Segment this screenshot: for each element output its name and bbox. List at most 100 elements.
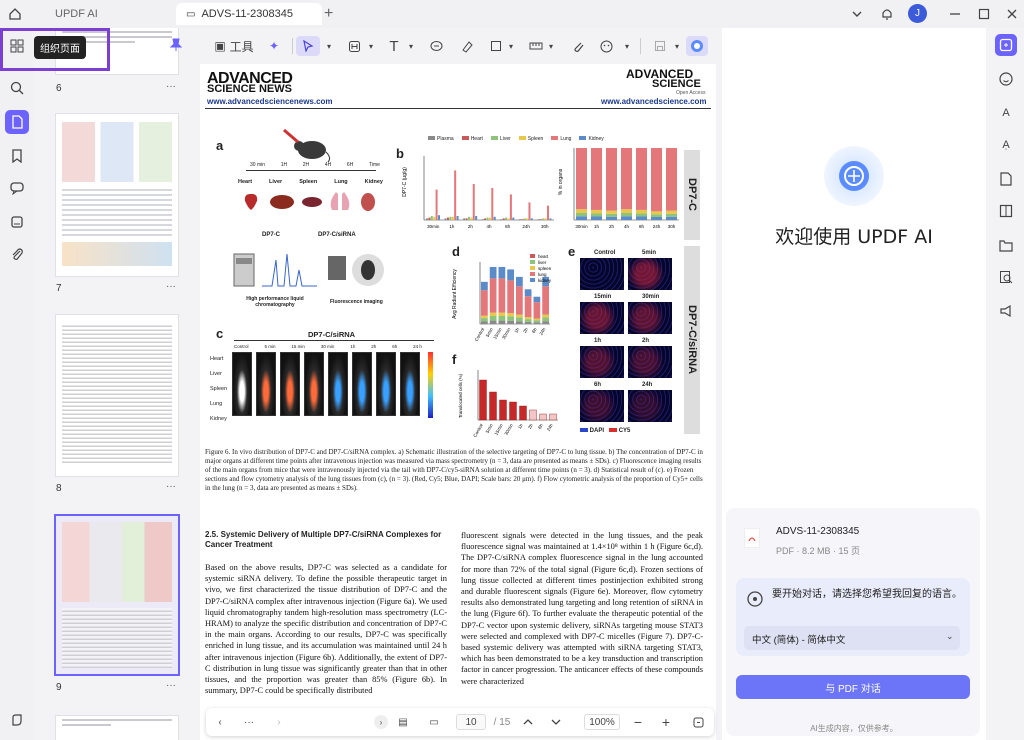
section-heading: 2.5. Systemic Delivery of Multiple DP7-C… bbox=[205, 530, 442, 549]
megaphone-icon[interactable] bbox=[995, 300, 1017, 322]
pin-icon[interactable] bbox=[169, 38, 183, 57]
page-view-icon[interactable]: ▤ bbox=[394, 714, 412, 730]
ai-logo-icon[interactable] bbox=[5, 708, 29, 732]
page-thumbnail-8[interactable] bbox=[56, 315, 178, 476]
thumbnail-more-button[interactable]: ··· bbox=[166, 81, 176, 92]
page-navigation-bar: ‹ ··· › › ▤ ▭ 10 / 15 100% − + bbox=[206, 708, 714, 736]
next-page-icon[interactable]: › bbox=[272, 714, 286, 730]
thumbnail-more-button[interactable]: ··· bbox=[166, 281, 176, 292]
zoom-in-icon[interactable]: + bbox=[658, 714, 674, 730]
book-icon[interactable] bbox=[995, 200, 1017, 222]
ai-chat-tab-icon[interactable] bbox=[995, 34, 1017, 56]
bar-segment bbox=[606, 148, 617, 211]
ivis-organ-image bbox=[400, 352, 420, 416]
legend-swatch bbox=[530, 266, 535, 270]
bar-segment bbox=[533, 296, 541, 303]
measure-tool-icon[interactable] bbox=[526, 36, 546, 56]
thumbnails-icon[interactable] bbox=[5, 110, 29, 134]
new-tab-button[interactable]: + bbox=[324, 3, 333, 25]
fit-page-icon[interactable] bbox=[690, 714, 706, 730]
chat-with-pdf-button[interactable]: 与 PDF 对话 bbox=[736, 675, 970, 699]
page-down-icon[interactable] bbox=[548, 714, 564, 730]
close-icon[interactable] bbox=[1003, 5, 1021, 23]
fig-a-dp7csirna-label: DP7-C/siRNA bbox=[318, 232, 356, 238]
fig-c-row-labels: Heart Liver Spleen Lung Kidney bbox=[210, 352, 227, 427]
more-options-icon[interactable]: ··· bbox=[240, 714, 258, 730]
chevron-down-icon[interactable]: ▾ bbox=[366, 36, 376, 56]
save-icon[interactable] bbox=[650, 36, 670, 56]
chevron-down-icon[interactable] bbox=[848, 5, 866, 23]
tick-label: 6h bbox=[537, 423, 544, 430]
thumbnail-more-button[interactable]: ··· bbox=[166, 481, 176, 492]
minimize-icon[interactable] bbox=[946, 5, 964, 23]
fig-a-hplc-label: High performance liquid chromatography bbox=[246, 296, 304, 308]
chevron-down-icon[interactable]: ▾ bbox=[406, 36, 416, 56]
tick-label: 8h bbox=[505, 224, 511, 229]
ai-assistant-toolbar-icon[interactable] bbox=[686, 36, 708, 56]
toolbar-divider bbox=[292, 38, 293, 54]
page-thumbnail-7[interactable] bbox=[56, 114, 178, 276]
bar bbox=[544, 218, 547, 220]
collapse-toolbar-icon[interactable]: › bbox=[374, 715, 388, 729]
previous-page-icon[interactable]: ‹ bbox=[212, 714, 228, 730]
attachment-icon[interactable] bbox=[5, 242, 29, 266]
zoom-level-input[interactable]: 100% bbox=[584, 714, 620, 730]
sticker-tool-icon[interactable] bbox=[596, 36, 616, 56]
row-label: Heart bbox=[210, 356, 224, 362]
emoji-chat-icon[interactable] bbox=[995, 68, 1017, 90]
bar-segment bbox=[666, 210, 677, 214]
page-thumbnail-9[interactable] bbox=[56, 516, 178, 674]
bell-icon[interactable] bbox=[878, 5, 896, 23]
bar bbox=[470, 217, 473, 220]
title-bar: UPDF AI ▭ ADVS-11-2308345 + J bbox=[0, 0, 1024, 28]
fig-c-ivis-images bbox=[232, 352, 432, 418]
page-up-icon[interactable] bbox=[520, 714, 536, 730]
bar-segment bbox=[533, 320, 541, 323]
tick-label: 4h bbox=[486, 224, 492, 229]
tab-updf-ai[interactable]: UPDF AI bbox=[55, 3, 98, 25]
zoom-out-icon[interactable]: − bbox=[630, 714, 646, 730]
avatar[interactable]: J bbox=[908, 4, 927, 23]
bar bbox=[518, 219, 521, 220]
journal-brand-right-sub: SCIENCE bbox=[652, 78, 701, 90]
stamp-icon[interactable] bbox=[5, 210, 29, 234]
language-select[interactable]: 中文 (简体) - 简体中文 ⌄ bbox=[744, 626, 960, 650]
shape-tool-icon[interactable] bbox=[486, 36, 506, 56]
select-tool-icon[interactable] bbox=[296, 36, 320, 56]
summarize-icon[interactable]: Ạ bbox=[995, 134, 1017, 156]
tab-document[interactable]: ▭ ADVS-11-2308345 bbox=[176, 3, 322, 25]
tools-button[interactable]: ▣ 工具 bbox=[212, 36, 256, 56]
bar-segment bbox=[507, 269, 514, 281]
bookmark-icon[interactable] bbox=[5, 144, 29, 168]
tick-label: 1h bbox=[449, 224, 455, 229]
chevron-down-icon[interactable]: ▾ bbox=[622, 36, 632, 56]
ai-sparkle-icon[interactable]: ✦ bbox=[264, 36, 284, 56]
chevron-down-icon[interactable]: ▾ bbox=[672, 36, 682, 56]
presentation-icon[interactable]: ▭ bbox=[424, 714, 444, 730]
thumbnail-more-button[interactable]: ··· bbox=[166, 680, 176, 691]
highlight-tool-icon[interactable] bbox=[344, 36, 364, 56]
comments-icon[interactable] bbox=[5, 176, 29, 200]
home-icon[interactable] bbox=[6, 5, 24, 23]
text-tool-icon[interactable]: T bbox=[384, 36, 404, 56]
maximize-icon[interactable] bbox=[975, 5, 993, 23]
translate-icon[interactable]: A bbox=[995, 102, 1017, 124]
bar-segment bbox=[533, 318, 541, 321]
attachment-icon[interactable] bbox=[568, 36, 588, 56]
page-thumbnail-10[interactable] bbox=[56, 716, 178, 740]
eraser-tool-icon[interactable] bbox=[456, 36, 476, 56]
legend-label: kidney bbox=[538, 278, 552, 283]
comment-tool-icon[interactable] bbox=[426, 36, 446, 56]
tick-label: 2h bbox=[527, 423, 534, 430]
document-ai-icon[interactable] bbox=[995, 168, 1017, 190]
bar-segment bbox=[591, 209, 602, 214]
search-icon[interactable] bbox=[5, 76, 29, 100]
chevron-down-icon[interactable]: ▾ bbox=[546, 36, 556, 56]
folder-add-icon[interactable] bbox=[995, 234, 1017, 256]
search-document-icon[interactable] bbox=[995, 266, 1017, 288]
chevron-down-icon[interactable]: ▾ bbox=[506, 36, 516, 56]
bar bbox=[444, 218, 447, 220]
bar bbox=[528, 202, 531, 220]
chevron-down-icon[interactable]: ▾ bbox=[324, 36, 334, 56]
page-number-input[interactable]: 10 bbox=[456, 714, 486, 730]
